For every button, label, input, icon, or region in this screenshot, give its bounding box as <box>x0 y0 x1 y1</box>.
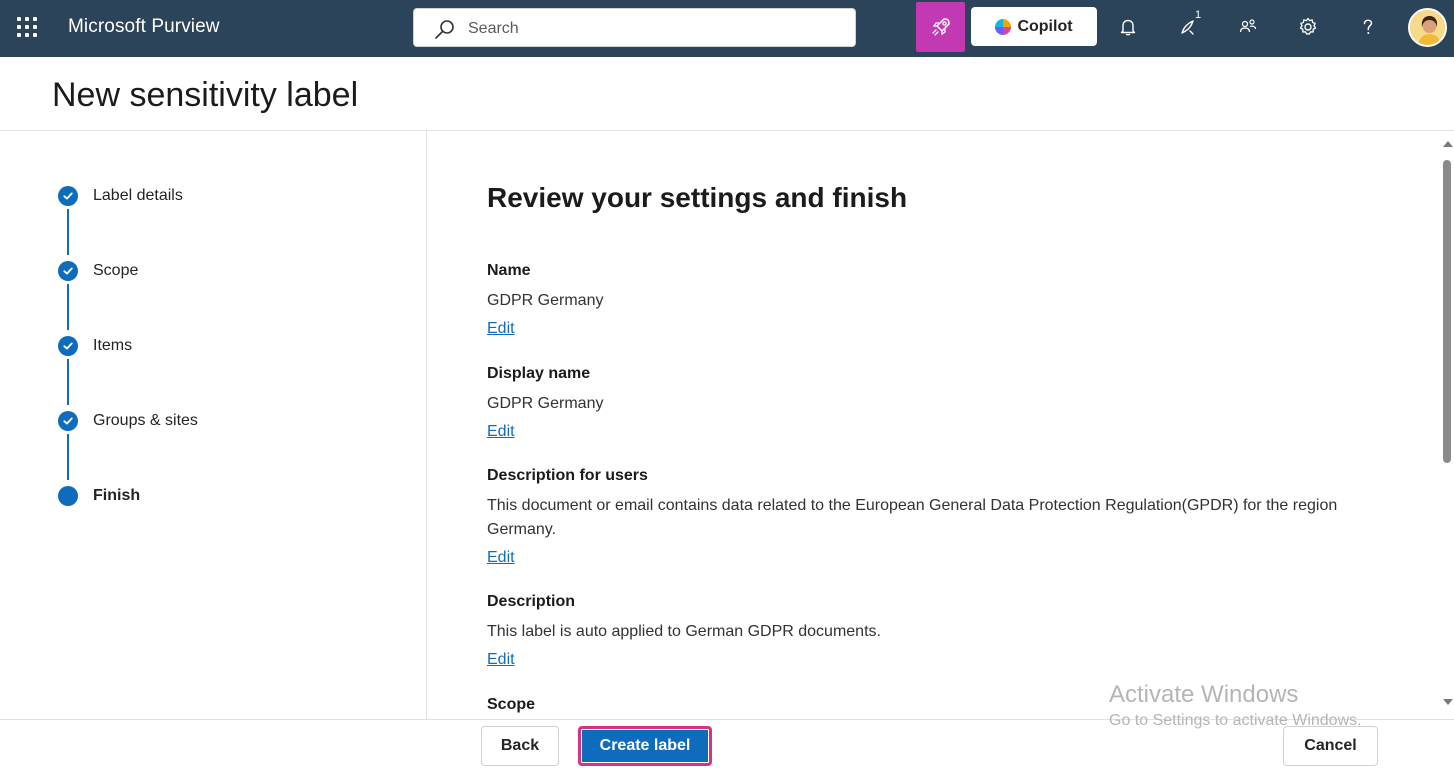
search-box[interactable] <box>413 8 856 47</box>
section-heading: Description for users <box>487 467 648 484</box>
copilot-button[interactable]: Copilot <box>971 7 1097 46</box>
scroll-down-arrow-icon[interactable] <box>1443 699 1453 705</box>
review-section-scope: Scope <box>487 696 1347 714</box>
notification-badge: 1 <box>1195 9 1202 21</box>
section-value: GDPR Germany <box>487 292 604 309</box>
people-icon[interactable] <box>1233 12 1263 42</box>
step-label: Groups & sites <box>93 412 198 429</box>
page-title: New sensitivity label <box>52 76 359 114</box>
edit-display-name-link[interactable]: Edit <box>487 423 515 441</box>
step-connector <box>67 359 69 405</box>
review-panel: Review your settings and finish Name GDP… <box>428 131 1440 719</box>
page-header: New sensitivity label <box>0 57 1454 131</box>
step-label: Items <box>93 337 133 354</box>
check-icon <box>58 261 78 281</box>
create-label-button[interactable]: Create label <box>578 726 712 766</box>
vertical-scrollbar[interactable] <box>1440 131 1454 719</box>
review-section-name: Name GDPR Germany Edit <box>487 262 1347 338</box>
search-icon <box>435 20 454 39</box>
back-button[interactable]: Back <box>481 726 559 766</box>
rocket-button[interactable] <box>916 2 965 52</box>
copilot-label: Copilot <box>1017 17 1073 35</box>
wizard-stepper: Label details Scope Items Groups & sites… <box>0 131 427 719</box>
step-label: Label details <box>93 187 183 204</box>
section-value: This document or email contains data rel… <box>487 497 1338 538</box>
help-icon[interactable] <box>1353 12 1383 42</box>
step-label: Scope <box>93 262 139 279</box>
step-label: Finish <box>93 487 141 504</box>
current-step-dot <box>58 486 78 506</box>
section-value: GDPR Germany <box>487 395 604 412</box>
edit-user-description-link[interactable]: Edit <box>487 549 515 567</box>
wizard-footer: Back Create label Cancel <box>0 719 1454 771</box>
review-section-user-description: Description for users This document or e… <box>487 467 1347 567</box>
review-section-description: Description This label is auto applied t… <box>487 593 1347 669</box>
step-connector <box>67 209 69 255</box>
gear-icon[interactable] <box>1293 12 1323 42</box>
app-launcher-icon[interactable] <box>16 16 38 38</box>
cancel-button[interactable]: Cancel <box>1283 726 1378 766</box>
avatar[interactable] <box>1408 8 1447 47</box>
section-heading: Scope <box>487 696 536 713</box>
section-heading: Description <box>487 593 576 610</box>
check-icon <box>58 336 78 356</box>
copilot-icon <box>995 18 1012 35</box>
scroll-up-arrow-icon[interactable] <box>1443 141 1453 147</box>
check-icon <box>58 186 78 206</box>
review-section-display-name: Display name GDPR Germany Edit <box>487 365 1347 441</box>
edit-description-link[interactable]: Edit <box>487 651 515 669</box>
top-navigation-bar: Microsoft Purview Copilot 1 <box>0 0 1454 57</box>
search-input[interactable] <box>468 18 838 40</box>
step-connector <box>67 434 69 480</box>
bell-icon[interactable] <box>1113 12 1143 42</box>
section-value: This label is auto applied to German GDP… <box>487 623 881 640</box>
step-connector <box>67 284 69 330</box>
section-heading: Display name <box>487 365 591 382</box>
check-icon <box>58 411 78 431</box>
rocket-icon <box>931 18 950 36</box>
app-title[interactable]: Microsoft Purview <box>68 16 220 38</box>
section-heading: Name <box>487 262 531 279</box>
scrollbar-thumb[interactable] <box>1443 160 1451 463</box>
edit-name-link[interactable]: Edit <box>487 320 515 338</box>
review-title: Review your settings and finish <box>487 182 908 213</box>
